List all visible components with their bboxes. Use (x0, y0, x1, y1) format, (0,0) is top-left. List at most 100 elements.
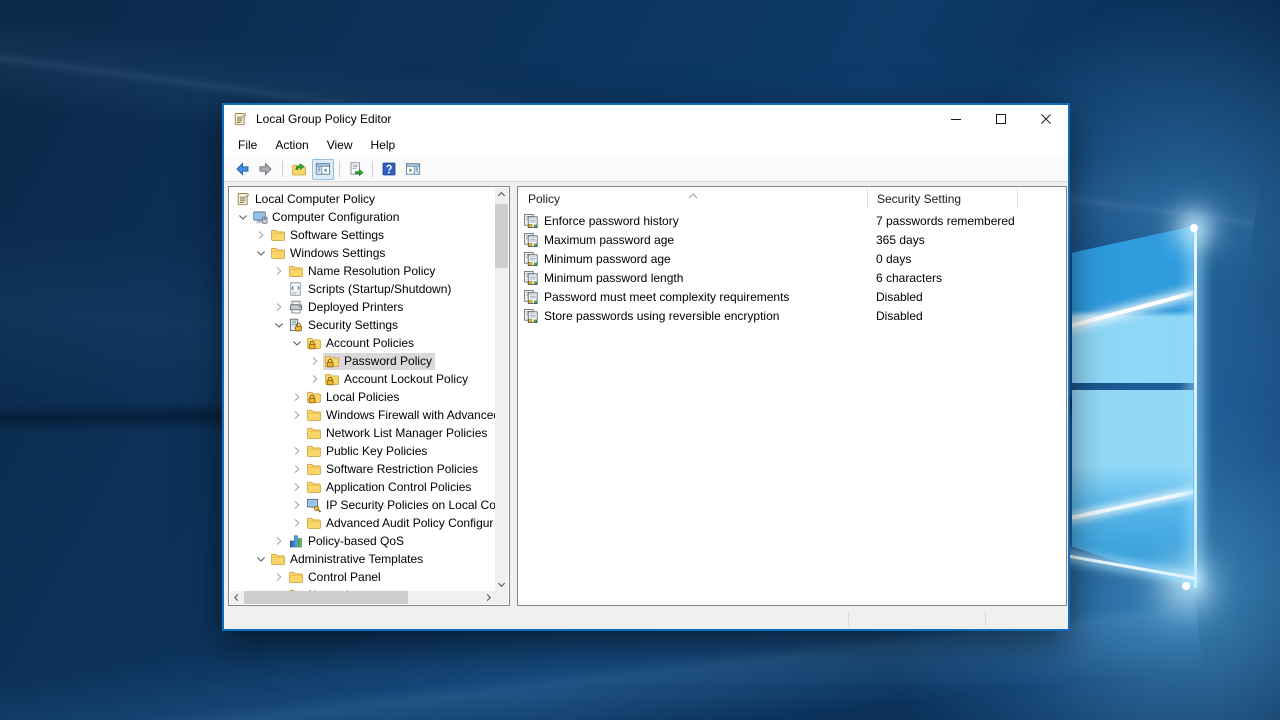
tree-item[interactable]: Windows Settings (230, 244, 495, 262)
expander-spacer (270, 280, 287, 298)
security-setting-value: 6 characters (868, 271, 1018, 285)
tree-item[interactable]: Deployed Printers (230, 298, 495, 316)
action-pane-button[interactable] (402, 159, 424, 180)
tree-item[interactable]: Network List Manager Policies (230, 424, 495, 442)
tree-item-label: Account Lockout Policy (344, 372, 468, 386)
help-button[interactable] (378, 159, 400, 180)
forward-button[interactable] (255, 159, 277, 180)
folder-lock-icon (324, 371, 340, 387)
tree-item[interactable]: Software Restriction Policies (230, 460, 495, 478)
tree-item[interactable]: Account Policies (230, 334, 495, 352)
tree-item[interactable]: Local Policies (230, 388, 495, 406)
security-setting-value: Disabled (868, 290, 1018, 304)
column-header-policy[interactable]: Policy (519, 188, 868, 209)
policy-row[interactable]: Store passwords using reversible encrypt… (519, 306, 1065, 325)
scroll-up-icon[interactable] (495, 188, 508, 201)
tree-item[interactable]: Control Panel (230, 568, 495, 586)
chevron-right-icon[interactable] (288, 514, 305, 532)
tree-item-content: Scripts (Startup/Shutdown) (287, 281, 454, 298)
tree-item-content: Name Resolution Policy (287, 263, 438, 280)
tree-horizontal-scrollbar[interactable] (230, 591, 495, 604)
tree-item-content: Security Settings (287, 317, 401, 334)
close-button[interactable] (1023, 105, 1068, 133)
tree-item[interactable]: Local Computer Policy (230, 190, 495, 208)
chevron-down-icon[interactable] (288, 334, 305, 352)
tree-item-content: Network List Manager Policies (305, 425, 490, 442)
chevron-right-icon[interactable] (288, 496, 305, 514)
chevron-right-icon[interactable] (252, 226, 269, 244)
minimize-button[interactable] (933, 105, 978, 133)
toolbar (224, 157, 1068, 182)
column-header-security-setting[interactable]: Security Setting (868, 188, 1018, 209)
tree-item[interactable]: Policy-based QoS (230, 532, 495, 550)
tree-item[interactable]: IP Security Policies on Local Con (230, 496, 495, 514)
tree-item-content: Policy-based QoS (287, 533, 407, 550)
policy-row[interactable]: Minimum password age0 days (519, 249, 1065, 268)
policy-icon (523, 308, 539, 324)
maximize-button[interactable] (978, 105, 1023, 133)
chevron-down-icon[interactable] (234, 208, 251, 226)
policy-name: Store passwords using reversible encrypt… (544, 309, 779, 323)
export-list-button[interactable] (345, 159, 367, 180)
chevron-right-icon[interactable] (270, 262, 287, 280)
tree-item-content: Local Computer Policy (234, 191, 378, 208)
scrollbar-thumb[interactable] (244, 591, 408, 604)
tree-item[interactable]: Scripts (Startup/Shutdown) (230, 280, 495, 298)
policy-name: Enforce password history (544, 214, 679, 228)
folder-icon (288, 263, 304, 279)
windows-logo-glow (1182, 582, 1190, 590)
scroll-down-icon[interactable] (495, 578, 508, 591)
tree-item[interactable]: Account Lockout Policy (230, 370, 495, 388)
security-setting-value: Disabled (868, 309, 1018, 323)
tree-item[interactable]: Name Resolution Policy (230, 262, 495, 280)
maximize-icon (996, 114, 1006, 124)
chevron-right-icon[interactable] (270, 298, 287, 316)
folder-icon (306, 479, 322, 495)
tree-item[interactable]: Administrative Templates (230, 550, 495, 568)
policy-icon (523, 251, 539, 267)
chevron-right-icon[interactable] (288, 442, 305, 460)
policy-row[interactable]: Minimum password length6 characters (519, 268, 1065, 287)
scroll-right-icon[interactable] (482, 591, 495, 604)
chevron-down-icon[interactable] (252, 550, 269, 568)
menu-view[interactable]: View (318, 135, 362, 155)
tree-vertical-scrollbar[interactable] (495, 188, 508, 591)
chevron-right-icon[interactable] (288, 478, 305, 496)
chevron-right-icon[interactable] (270, 568, 287, 586)
scrollbar-thumb[interactable] (495, 204, 508, 268)
back-button[interactable] (231, 159, 253, 180)
policy-name: Minimum password age (544, 252, 671, 266)
chevron-right-icon[interactable] (288, 388, 305, 406)
menu-file[interactable]: File (229, 135, 266, 155)
security-setting-value: 365 days (868, 233, 1018, 247)
chevron-down-icon[interactable] (270, 316, 287, 334)
chevron-down-icon[interactable] (252, 244, 269, 262)
policy-list: Enforce password history7 passwords reme… (519, 211, 1065, 604)
tree-item[interactable]: Windows Firewall with Advanced (230, 406, 495, 424)
sort-ascending-icon (688, 188, 698, 202)
tree-item[interactable]: Advanced Audit Policy Configur (230, 514, 495, 532)
menu-action[interactable]: Action (266, 135, 317, 155)
policy-icon (523, 213, 539, 229)
chevron-right-icon[interactable] (306, 352, 323, 370)
tree-item[interactable]: Password Policy (230, 352, 495, 370)
tree-item[interactable]: Application Control Policies (230, 478, 495, 496)
up-one-level-button[interactable] (288, 159, 310, 180)
console-tree-button[interactable] (312, 159, 334, 180)
tree-item[interactable]: Security Settings (230, 316, 495, 334)
tree-item[interactable]: Public Key Policies (230, 442, 495, 460)
list-header: Policy Security Setting (519, 188, 1065, 209)
chevron-right-icon[interactable] (288, 460, 305, 478)
policy-row[interactable]: Enforce password history7 passwords reme… (519, 211, 1065, 230)
chevron-right-icon[interactable] (288, 406, 305, 424)
tree-item[interactable]: Computer Configuration (230, 208, 495, 226)
titlebar[interactable]: Local Group Policy Editor (224, 105, 1068, 133)
chevron-right-icon[interactable] (306, 370, 323, 388)
policy-row[interactable]: Maximum password age365 days (519, 230, 1065, 249)
tree-item[interactable]: Software Settings (230, 226, 495, 244)
scroll-left-icon[interactable] (230, 591, 243, 604)
policy-row[interactable]: Password must meet complexity requiremen… (519, 287, 1065, 306)
chevron-right-icon[interactable] (270, 532, 287, 550)
menu-help[interactable]: Help (362, 135, 405, 155)
scroll-icon (235, 191, 251, 207)
